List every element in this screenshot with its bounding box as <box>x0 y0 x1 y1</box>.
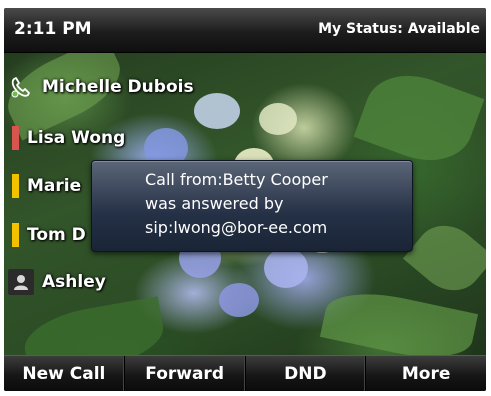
contact-name: Ashley <box>42 272 106 292</box>
contact-lisa-wong[interactable]: Lisa Wong <box>4 123 125 153</box>
contact-marie[interactable]: Marie <box>4 171 81 201</box>
more-button[interactable]: More <box>366 356 486 391</box>
clock-time: 2:11 PM <box>14 19 92 39</box>
busy-status-indicator <box>12 126 19 150</box>
contact-michelle-dubois[interactable]: Michelle Dubois <box>4 72 194 102</box>
new-call-button[interactable]: New Call <box>4 356 125 391</box>
status-bar: 2:11 PM My Status: Available <box>4 8 486 53</box>
forward-button[interactable]: Forward <box>125 356 246 391</box>
phone-screen: 2:11 PM My Status: Available Michelle Du… <box>4 8 486 391</box>
away-status-indicator <box>12 174 19 198</box>
softkey-bar: New Call Forward DND More <box>4 355 486 391</box>
my-status-label[interactable]: My Status: Available <box>318 21 480 37</box>
contact-ashley[interactable]: Ashley <box>4 267 106 297</box>
phone-handset-icon <box>8 74 34 100</box>
person-icon <box>8 269 34 295</box>
contact-name: Tom D <box>27 225 86 245</box>
dnd-button[interactable]: DND <box>246 356 367 391</box>
notification-line-3: sip:lwong@bor-ee.com <box>145 218 328 237</box>
notification-line-2: was answered by <box>145 194 284 213</box>
contact-tom-d[interactable]: Tom D <box>4 220 86 250</box>
contact-name: Michelle Dubois <box>42 77 194 97</box>
contact-name: Lisa Wong <box>27 128 126 148</box>
call-answered-notification[interactable]: Call from:Betty Cooper was answered by s… <box>91 160 413 252</box>
away-status-indicator <box>12 223 19 247</box>
contact-name: Marie <box>27 176 82 196</box>
notification-line-1: Call from:Betty Cooper <box>145 170 328 189</box>
